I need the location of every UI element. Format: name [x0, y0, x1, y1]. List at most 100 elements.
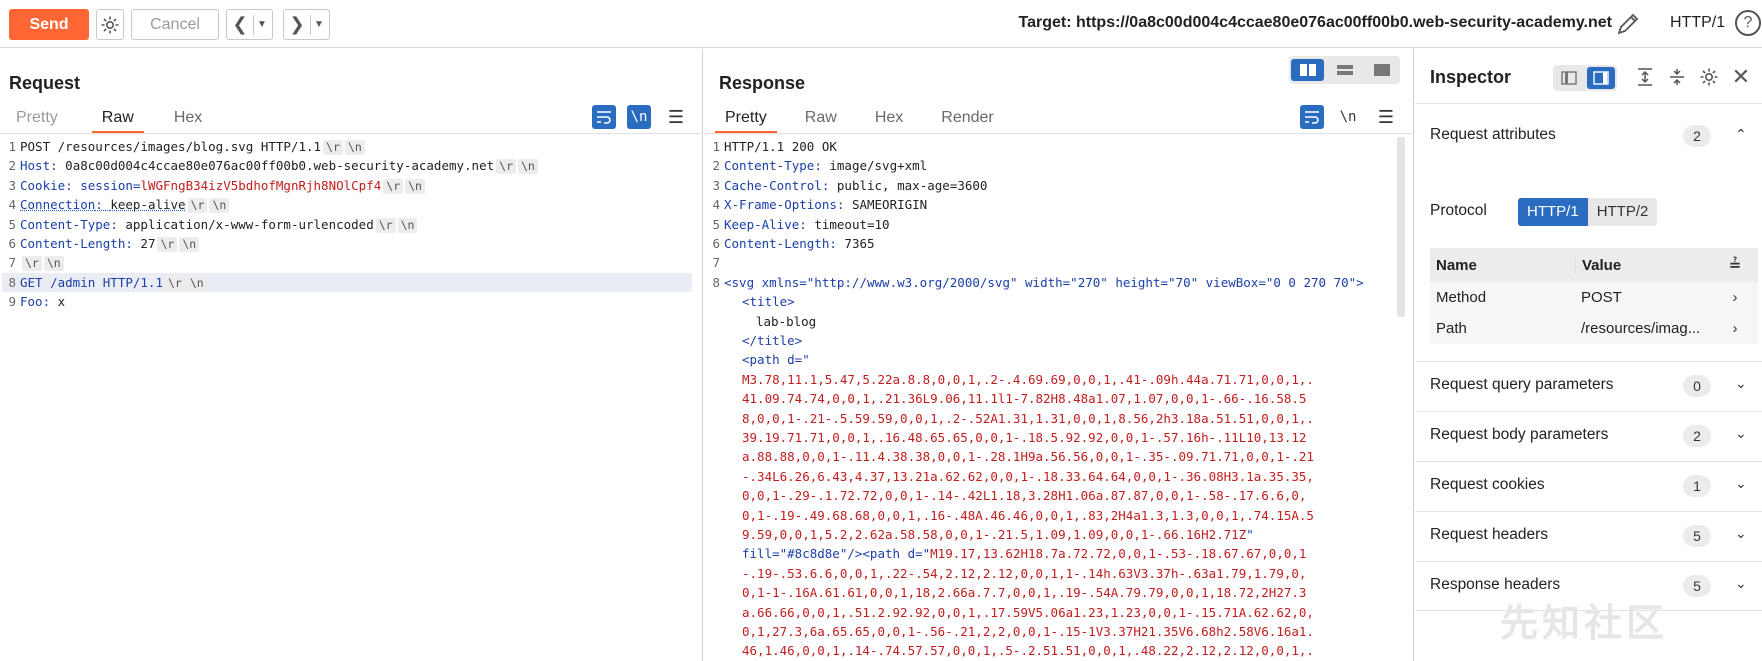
code-line: </title> — [742, 332, 803, 348]
code-line: 5 Keep-Alive: timeout=10 — [712, 216, 890, 232]
tab-hex[interactable]: Hex — [164, 107, 212, 133]
column-header: Name — [1436, 256, 1477, 274]
code-line: 6 Content-Length: 7365 — [712, 235, 875, 251]
count-badge: 1 — [1683, 475, 1711, 497]
section-request-headers[interactable]: Request headers 5 ⌄ — [1415, 511, 1762, 561]
settings-button[interactable] — [96, 9, 124, 40]
target-url: Target: https://0a8c00d004c4ccae80e076ac… — [1018, 14, 1613, 31]
request-tabs: Pretty Raw Hex — [6, 107, 212, 133]
chevron-down-icon[interactable]: ⌄ — [1735, 525, 1747, 542]
table-row[interactable]: Method POST › — [1430, 282, 1758, 313]
close-icon[interactable]: ✕ — [1729, 64, 1753, 89]
row-value: /resources/imag... — [1581, 320, 1701, 337]
inspector-panel: Inspector ✕ Request attributes 2 ⌃ Proto… — [1415, 49, 1762, 661]
code-line: 2 Content-Type: image/svg+xml — [712, 158, 928, 174]
inspector-title: Inspector — [1430, 67, 1512, 87]
chevron-left-icon[interactable]: ❮ — [227, 14, 253, 35]
wrap-toggle-button[interactable] — [1300, 105, 1324, 129]
code-line: 1 POST /resources/images/blog.svg HTTP/1.… — [2, 137, 692, 156]
section-cookies[interactable]: Request cookies 1 ⌄ — [1415, 461, 1762, 511]
code-line: 7 \r \n — [2, 253, 692, 272]
edit-target-button[interactable] — [1614, 10, 1642, 38]
request-editor[interactable]: 1 POST /resources/images/blog.svg HTTP/1.… — [2, 137, 692, 312]
tab-raw[interactable]: Raw — [795, 107, 847, 133]
attributes-table: Name Value ≟ Method POST › Path /resourc… — [1430, 248, 1758, 344]
tab-render[interactable]: Render — [931, 107, 1003, 133]
tab-pretty[interactable]: Pretty — [715, 107, 777, 133]
wrap-icon — [1305, 111, 1319, 124]
protocol-selector: HTTP/1 HTTP/2 — [1518, 198, 1658, 226]
protocol-label[interactable]: HTTP/1 — [1670, 14, 1725, 32]
collapse-all-icon[interactable] — [1665, 65, 1689, 89]
count-badge: 0 — [1683, 375, 1711, 397]
inspector-dock-right-button[interactable] — [1587, 67, 1615, 89]
section-title[interactable]: Request body parameters — [1430, 426, 1608, 444]
newline-toggle-button[interactable]: \n — [1336, 105, 1360, 129]
section-title[interactable]: Request attributes — [1430, 126, 1556, 144]
section-title[interactable]: Request headers — [1430, 526, 1548, 544]
side-by-side-layout-button[interactable] — [1291, 59, 1324, 81]
cancel-button[interactable]: Cancel — [131, 9, 219, 40]
help-icon[interactable]: ? — [1735, 10, 1761, 36]
dropdown-icon[interactable]: ▼ — [311, 19, 327, 30]
tab-hex[interactable]: Hex — [865, 107, 913, 133]
tabbed-layout-button[interactable] — [1365, 59, 1398, 81]
request-panel: Request Pretty Raw Hex \n ☰ 1 POST /resou… — [0, 49, 703, 661]
forward-button[interactable]: ❯ ▼ — [283, 9, 330, 40]
columns-icon — [1299, 64, 1316, 76]
stacked-layout-button[interactable] — [1328, 59, 1361, 81]
protocol-label: Protocol — [1430, 202, 1487, 219]
row-name: Method — [1436, 289, 1487, 306]
tab-raw[interactable]: Raw — [91, 107, 144, 133]
section-title[interactable]: Request query parameters — [1430, 376, 1614, 394]
protocol-option-http1[interactable]: HTTP/1 — [1518, 198, 1588, 226]
chevron-down-icon[interactable]: ⌄ — [1735, 575, 1747, 592]
send-button[interactable]: Send — [9, 9, 89, 40]
section-title[interactable]: Request cookies — [1430, 476, 1545, 494]
dropdown-icon[interactable]: ▼ — [254, 19, 270, 30]
code-line: 3 Cookie: session=lWGFngB34izV5bdhofMgnRj… — [2, 176, 692, 195]
wrap-icon[interactable]: ≟ — [1720, 256, 1750, 274]
code-line: 4 X-Frame-Options: SAMEORIGIN — [712, 197, 928, 213]
response-viewer[interactable]: 1 HTTP/1.1 200 OK 2 Content-Type: image/sv… — [706, 137, 1406, 661]
code-line: <title> — [742, 294, 795, 310]
row-name: Path — [1436, 320, 1467, 337]
code-line: 4 Connection: keep-alive \r \n — [2, 195, 692, 214]
watermark: 先知社区 — [1500, 603, 1669, 645]
chevron-right-icon[interactable]: ❯ — [284, 14, 310, 35]
request-title: Request — [9, 73, 81, 93]
inspector-dock-left-button[interactable] — [1555, 67, 1583, 89]
svg-path-data: M3.78,11.1,5.47,5.22a.8.8,0,0,1,.2-.4.69… — [742, 371, 1314, 659]
response-title: Response — [719, 73, 806, 93]
count-badge: 2 — [1683, 125, 1711, 147]
count-badge: 2 — [1683, 425, 1711, 447]
chevron-up-icon[interactable]: ⌃ — [1735, 126, 1747, 143]
chevron-down-icon[interactable]: ⌄ — [1735, 375, 1747, 392]
code-line: 1 HTTP/1.1 200 OK — [712, 139, 837, 154]
code-line: 3 Cache-Control: public, max-age=3600 — [712, 177, 988, 193]
section-body-parameters[interactable]: Request body parameters 2 ⌄ — [1415, 411, 1762, 461]
chevron-right-icon[interactable]: › — [1720, 320, 1750, 337]
code-line: 7 — [712, 255, 720, 271]
chevron-down-icon[interactable]: ⌄ — [1735, 475, 1747, 492]
row-value: POST — [1581, 289, 1622, 306]
wrap-icon — [597, 111, 611, 124]
expand-all-icon[interactable] — [1633, 65, 1657, 89]
protocol-option-http2[interactable]: HTTP/2 — [1587, 198, 1658, 226]
scrollbar[interactable] — [1397, 137, 1405, 317]
code-line: 8 <svg xmlns="http://www.w3.org/2000/svg"… — [712, 274, 1364, 290]
chevron-right-icon[interactable]: › — [1720, 289, 1750, 306]
wrap-toggle-button[interactable] — [592, 105, 616, 129]
section-query-parameters[interactable]: Request query parameters 0 ⌄ — [1415, 361, 1762, 411]
tab-pretty[interactable]: Pretty — [6, 107, 68, 133]
newline-toggle-button[interactable]: \n — [627, 105, 651, 129]
menu-icon[interactable]: ☰ — [1374, 105, 1398, 129]
chevron-down-icon[interactable]: ⌄ — [1735, 425, 1747, 442]
back-button[interactable]: ❮ ▼ — [226, 9, 273, 40]
table-row[interactable]: Path /resources/imag... › — [1430, 313, 1758, 344]
code-line: lab-blog — [756, 313, 817, 329]
inspector-layout-toggle — [1553, 65, 1617, 91]
gear-icon[interactable] — [1697, 65, 1721, 89]
menu-icon[interactable]: ☰ — [664, 105, 688, 129]
code-line: 9 Foo: x — [8, 294, 66, 310]
